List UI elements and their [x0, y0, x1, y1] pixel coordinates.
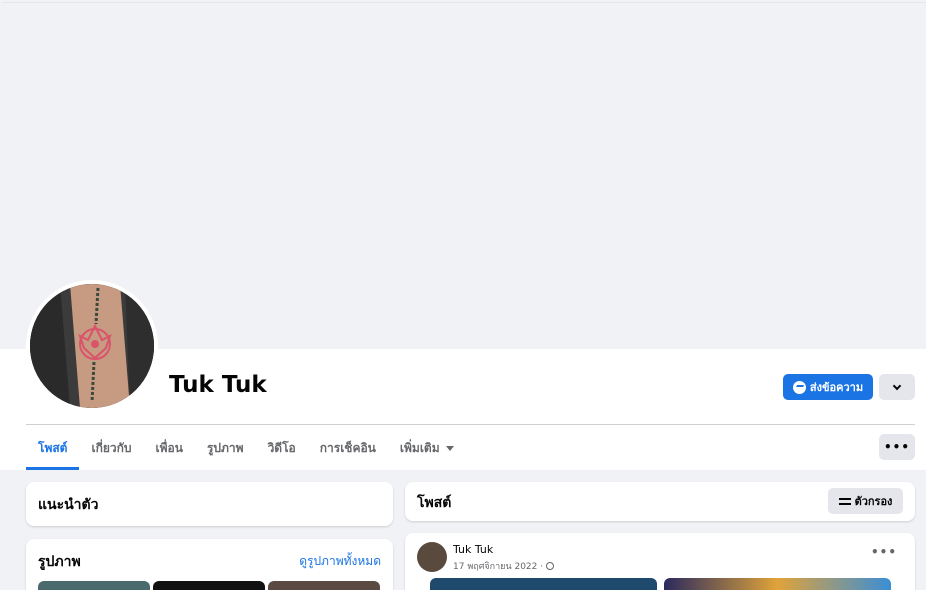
- filter-button[interactable]: ตัวกรอง: [828, 488, 903, 514]
- tab-friends[interactable]: เพื่อน: [144, 426, 195, 470]
- more-options-button[interactable]: •••: [879, 434, 915, 460]
- post-image[interactable]: [664, 578, 891, 590]
- post-card: Tuk Tuk 17 พฤศจิกายน 2022 · •••: [405, 533, 915, 590]
- photos-title: รูปภาพ: [38, 554, 81, 570]
- filter-label: ตัวกรอง: [854, 495, 893, 508]
- photo-thumbnail[interactable]: [38, 581, 150, 590]
- tab-checkins[interactable]: การเช็คอิน: [308, 426, 388, 470]
- profile-dropdown-button[interactable]: [879, 374, 915, 400]
- photos-card: รูปภาพ ดูรูปภาพทั้งหมด: [26, 539, 393, 590]
- post-author-avatar[interactable]: [417, 542, 447, 572]
- chevron-down-icon: [892, 381, 902, 390]
- photo-thumbnail[interactable]: [268, 581, 380, 590]
- intro-title: แนะนำตัว: [38, 497, 99, 513]
- caret-down-icon: [445, 445, 454, 451]
- tab-about[interactable]: เกี่ยวกับ: [79, 426, 143, 470]
- more-icon: •••: [883, 440, 910, 454]
- globe-icon: [546, 562, 555, 570]
- photo-thumbnail[interactable]: [153, 581, 265, 590]
- post-image[interactable]: [430, 578, 657, 590]
- tab-posts[interactable]: โพสต์: [26, 426, 80, 470]
- post-date[interactable]: 17 พฤศจิกายน 2022 ·: [453, 559, 555, 573]
- header-divider: [26, 424, 915, 425]
- send-message-label: ส่งข้อความ: [809, 381, 864, 394]
- profile-tabs: โพสต์ เกี่ยวกับ เพื่อน รูปภาพ วิดีโอ การ…: [26, 426, 466, 470]
- avatar-image: [30, 284, 154, 408]
- cover-photo[interactable]: [2, 2, 926, 349]
- intro-card: แนะนำตัว: [26, 482, 393, 526]
- tab-photos[interactable]: รูปภาพ: [195, 426, 256, 470]
- profile-name: Tuk Tuk: [169, 372, 267, 398]
- posts-header-card: โพสต์ ตัวกรอง: [405, 482, 915, 521]
- post-author-name[interactable]: Tuk Tuk: [453, 543, 493, 556]
- posts-title: โพสต์: [417, 495, 452, 511]
- tab-more[interactable]: เพิ่มเติม: [388, 426, 466, 470]
- filter-icon: [838, 497, 851, 506]
- profile-avatar[interactable]: [26, 280, 158, 412]
- send-message-button[interactable]: ส่งข้อความ: [783, 374, 873, 400]
- see-all-photos-link[interactable]: ดูรูปภาพทั้งหมด: [299, 552, 381, 571]
- tab-videos[interactable]: วิดีโอ: [256, 426, 308, 470]
- post-more-icon[interactable]: •••: [871, 545, 897, 559]
- messenger-icon: [792, 380, 806, 394]
